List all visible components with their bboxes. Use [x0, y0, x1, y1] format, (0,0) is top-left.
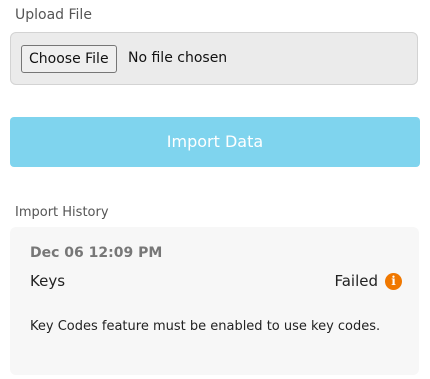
upload-file-label: Upload File [15, 7, 92, 23]
import-data-button[interactable]: Import Data [10, 117, 420, 167]
choose-file-button[interactable]: Choose File [21, 45, 117, 73]
file-input-container: Choose File No file chosen [10, 32, 418, 85]
file-status-text: No file chosen [128, 50, 228, 66]
import-history-label: Import History [15, 205, 109, 220]
import-history-entry: Dec 06 12:09 PM Keys Failed i Key Codes … [10, 227, 419, 375]
entry-message: Key Codes feature must be enabled to use… [30, 319, 381, 334]
entry-date: Dec 06 12:09 PM [30, 245, 163, 261]
info-icon[interactable]: i [385, 272, 402, 290]
entry-status-text: Failed [334, 272, 378, 290]
entry-status: Failed i [334, 272, 402, 290]
entry-name: Keys [30, 272, 66, 290]
